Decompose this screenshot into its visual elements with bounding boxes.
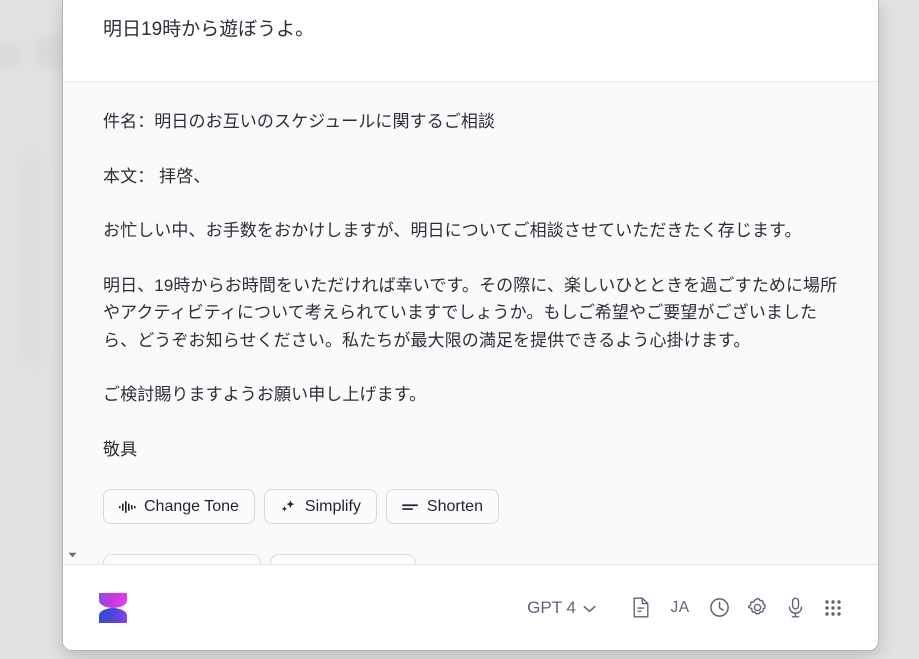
hourglass-logo[interactable] [99,592,127,623]
simplify-label: Simplify [304,497,361,515]
document-button[interactable] [622,591,660,625]
waveform-icon [119,500,136,514]
conversation-pane: 明日19時から遊ぼうよ。 件名：明日のお互いのスケジュールに関するご相談 本文：… [63,0,878,564]
settings-button[interactable] [738,591,776,625]
language-button[interactable]: JA [660,591,700,625]
conversation-scroll-area[interactable]: 明日19時から遊ぼうよ。 件名：明日のお互いのスケジュールに関するご相談 本文：… [63,0,878,564]
shorten-label: Shorten [426,497,483,515]
apps-button[interactable] [814,591,852,625]
assistant-response-block: 件名：明日のお互いのスケジュールに関するご相談 本文： 拝啓、 お忙しい中、お手… [63,82,878,564]
shorten-lines-icon [401,501,419,513]
bottom-toolbar: GPT 4 JA [63,564,878,650]
apps-grid-icon [824,599,842,617]
logo-bottom-half [99,607,127,623]
logo-top-half [99,592,127,608]
chevron-down-icon [68,552,77,558]
history-clock-icon [709,597,730,618]
response-action-row: Change Tone Simplify Shorten [103,489,838,525]
response-closing: 敬具 [103,439,138,459]
chevron-down-icon [583,598,596,618]
next-suggestion-row [103,554,868,564]
assistant-window: 明日19時から遊ぼうよ。 件名：明日のお互いのスケジュールに関するご相談 本文：… [62,0,879,651]
shorten-button[interactable]: Shorten [385,489,499,525]
history-button[interactable] [700,591,738,625]
document-icon [632,597,650,618]
settings-gear-icon [747,597,768,618]
desktop-blur-shape [0,42,24,68]
suggestion-chip-partial[interactable] [270,554,416,564]
microphone-button[interactable] [776,591,814,625]
sparkles-icon [280,499,297,515]
user-prompt-text: 明日19時から遊ぼうよ。 [103,19,315,40]
response-paragraph-2: 明日、19時からお時間をいただければ幸いです。その際に、楽しいひとときを過ごすた… [103,275,838,350]
microphone-icon [787,597,804,619]
user-prompt-block: 明日19時から遊ぼうよ。 [63,0,878,82]
response-paragraph-1: お忙しい中、お手数をおかけしますが、明日についてご相談させていただきたく存じます… [103,221,802,241]
simplify-button[interactable]: Simplify [263,489,377,525]
response-paragraph-3: ご検討賜りますようお願い申し上げます。 [103,385,427,405]
response-body-label: 本文： 拝啓、 [103,166,211,186]
change-tone-label: Change Tone [144,497,239,515]
model-label: GPT 4 [527,597,576,617]
desktop-blur-shape [18,150,48,370]
desktop-background: 明日19時から遊ぼうよ。 件名：明日のお互いのスケジュールに関するご相談 本文：… [0,0,919,659]
suggestion-chip-partial[interactable] [103,554,261,564]
model-selector[interactable]: GPT 4 [527,598,606,618]
language-badge-label: JA [670,598,690,616]
change-tone-button[interactable]: Change Tone [103,489,255,525]
scroll-down-button[interactable] [64,546,80,564]
response-subject-line: 件名：明日のお互いのスケジュールに関するご相談 [103,112,496,131]
toolbar-actions: GPT 4 JA [527,591,852,625]
